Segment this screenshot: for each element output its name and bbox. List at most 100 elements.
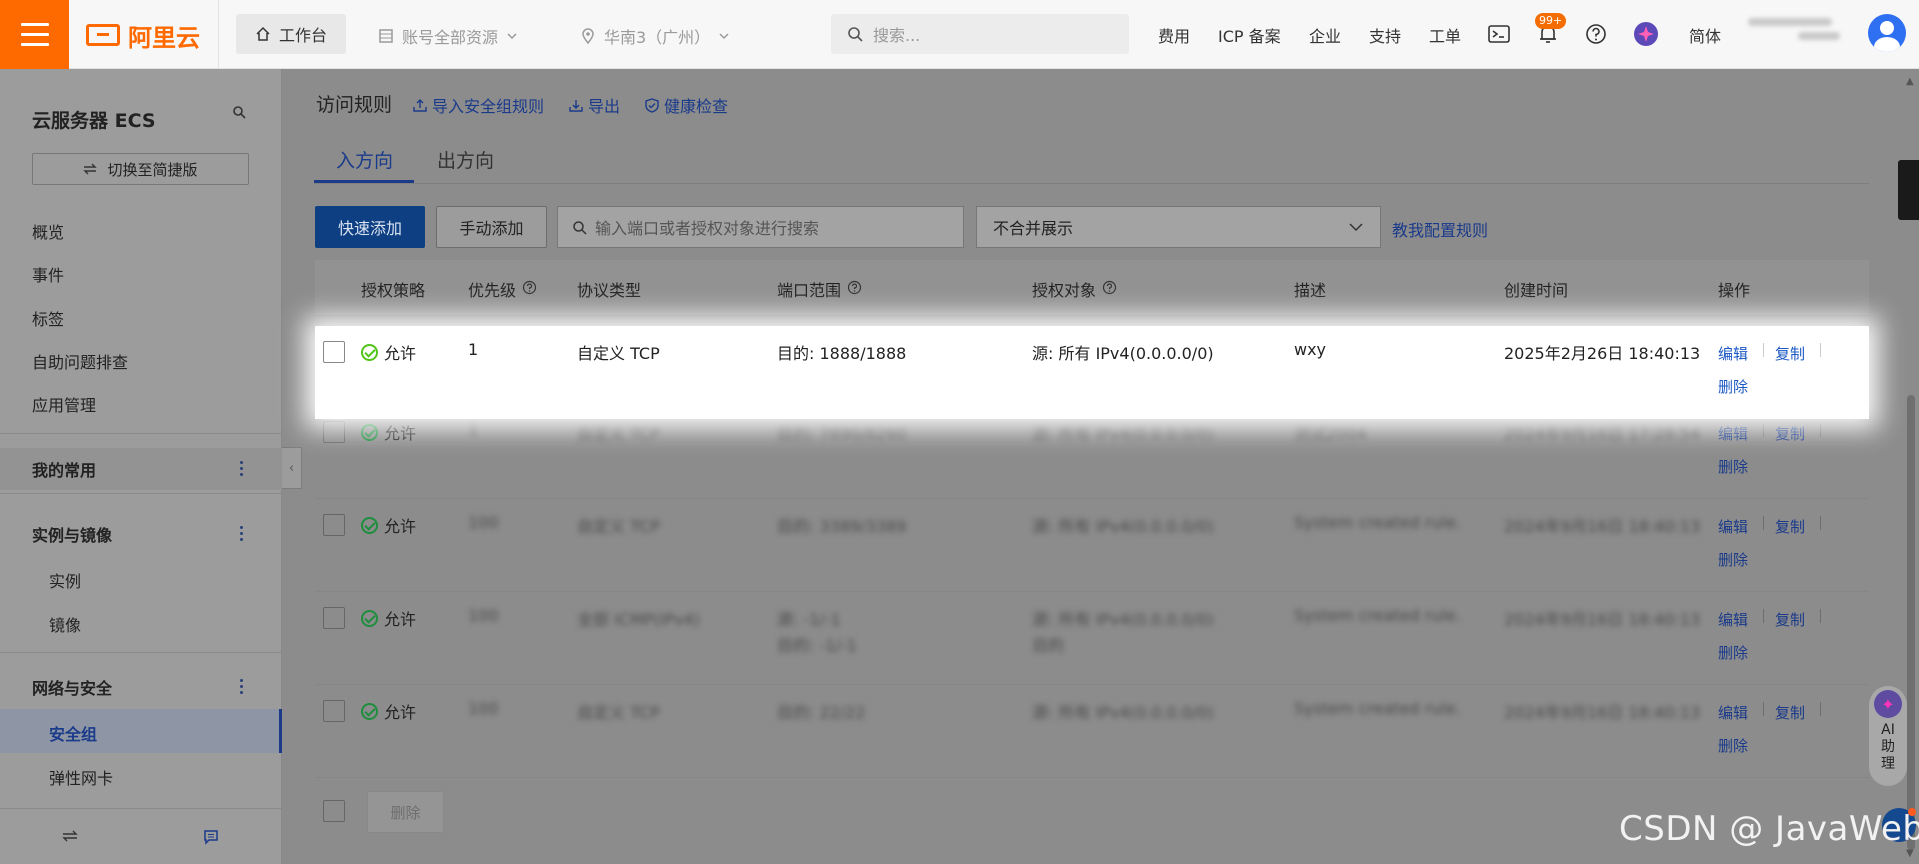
table-row: 允许 1 自定义 TCP 目的: 1888/1888 源: 所有 IPv4(0.… — [315, 326, 1869, 419]
more-icon[interactable] — [240, 526, 244, 541]
nav-support[interactable]: 支持 — [1369, 23, 1401, 47]
import-rules-link[interactable]: 导入安全组规则 — [413, 93, 544, 117]
nav-icp[interactable]: ICP 备案 — [1218, 23, 1281, 47]
edit-link[interactable]: 编辑 — [1718, 609, 1748, 630]
delete-link[interactable]: 删除 — [1718, 376, 1748, 397]
avatar[interactable] — [1868, 14, 1906, 52]
workbench-button[interactable]: 工作台 — [236, 14, 346, 54]
tab-inbound[interactable]: 入方向 — [336, 146, 393, 173]
search-icon[interactable] — [232, 105, 246, 123]
upload-icon — [413, 99, 427, 112]
sidebar-group-network-security[interactable]: 网络与安全 — [0, 666, 282, 708]
sidebar-group-favorites[interactable]: 我的常用 — [0, 448, 282, 490]
side-drawer-handle[interactable] — [1898, 160, 1919, 220]
more-icon[interactable] — [240, 461, 244, 476]
description-cell: wxy — [1294, 340, 1327, 359]
ai-assistant-icon[interactable] — [1632, 20, 1660, 48]
region-selector[interactable]: 华南3（广州） — [580, 24, 730, 48]
row-checkbox[interactable] — [323, 700, 345, 722]
batch-delete-button[interactable]: 删除 — [367, 791, 444, 833]
header-label: 描述 — [1294, 281, 1327, 300]
edit-link[interactable]: 编辑 — [1718, 343, 1748, 364]
switch-arrows-icon[interactable] — [62, 830, 78, 842]
scroll-down-arrow-icon[interactable]: ▼ — [1906, 848, 1914, 859]
copy-link[interactable]: 复制 — [1775, 343, 1805, 364]
switch-simple-version-button[interactable]: 切换至简捷版 — [32, 153, 249, 185]
copy-link[interactable]: 复制 — [1775, 516, 1805, 537]
divider — [1763, 516, 1764, 530]
aliyun-logo[interactable]: 阿里云 — [86, 20, 200, 52]
delete-link[interactable]: 删除 — [1718, 642, 1748, 663]
ai-label-1: AI — [1881, 722, 1895, 738]
nav-enterprise[interactable]: 企业 — [1309, 23, 1341, 47]
global-search-input[interactable]: 搜索... — [831, 14, 1129, 54]
delete-link[interactable]: 删除 — [1718, 549, 1748, 570]
scrollbar-thumb[interactable] — [1907, 395, 1915, 850]
sidebar-item-overview[interactable]: 概览 — [32, 219, 64, 243]
sidebar-item-instances[interactable]: 实例 — [49, 568, 81, 592]
help-icon[interactable] — [522, 280, 537, 299]
sidebar-item-eni[interactable]: 弹性网卡 — [49, 765, 113, 789]
description-cell: System created rule. — [1294, 699, 1461, 718]
sparkle-icon: ✦ — [1874, 690, 1902, 718]
divider — [218, 0, 219, 69]
row-checkbox[interactable] — [323, 421, 345, 443]
delete-link[interactable]: 删除 — [1718, 456, 1748, 477]
sidebar-item-security-group[interactable]: 安全组 — [49, 721, 97, 745]
account-label: 账号全部资源 — [402, 28, 499, 47]
terminal-icon[interactable] — [1485, 20, 1513, 48]
more-icon[interactable] — [240, 679, 244, 694]
delete-link[interactable]: 删除 — [1718, 735, 1748, 756]
sidebar-item-events[interactable]: 事件 — [32, 262, 64, 286]
policy-cell: 允许 — [361, 420, 416, 444]
row-checkbox[interactable] — [323, 514, 345, 536]
sidebar-group-instances-images[interactable]: 实例与镜像 — [0, 513, 282, 555]
select-all-checkbox[interactable] — [323, 800, 345, 822]
copy-link[interactable]: 复制 — [1775, 609, 1805, 630]
message-icon[interactable] — [203, 829, 219, 845]
policy-cell: 允许 — [361, 513, 416, 537]
edit-link[interactable]: 编辑 — [1718, 423, 1748, 444]
account-name-blurred[interactable] — [1748, 12, 1846, 56]
priority-cell: 100 — [468, 699, 499, 718]
manual-add-button[interactable]: 手动添加 — [436, 206, 547, 248]
top-bar: 阿里云 工作台 账号全部资源 华南3（广州） 搜索... 费用 ICP 备案 企… — [0, 0, 1919, 69]
display-mode-select[interactable]: 不合并展示 — [976, 206, 1381, 248]
sidebar-item-tags[interactable]: 标签 — [32, 306, 64, 330]
ai-assistant-button[interactable]: ✦ AI 助 理 — [1869, 686, 1907, 786]
copy-link[interactable]: 复制 — [1775, 423, 1805, 444]
notification-badge: 99+ — [1535, 13, 1567, 29]
account-selector[interactable]: 账号全部资源 — [378, 24, 518, 48]
divider — [1763, 423, 1764, 437]
hamburger-menu-button[interactable] — [0, 0, 69, 69]
rule-search-input[interactable]: 输入端口或者授权对象进行搜索 — [557, 206, 964, 248]
tab-outbound[interactable]: 出方向 — [437, 146, 494, 173]
configure-help-link[interactable]: 教我配置规则 — [1392, 217, 1488, 241]
divider — [1763, 609, 1764, 623]
edit-link[interactable]: 编辑 — [1718, 516, 1748, 537]
export-link[interactable]: 导出 — [569, 93, 620, 117]
sidebar-item-troubleshoot[interactable]: 自助问题排查 — [32, 349, 128, 373]
help-icon[interactable] — [1582, 20, 1610, 48]
divider — [1763, 343, 1764, 357]
health-check-link[interactable]: 健康检查 — [645, 93, 728, 117]
sidebar-item-app-management[interactable]: 应用管理 — [32, 392, 96, 416]
sidebar-item-images[interactable]: 镜像 — [49, 612, 81, 636]
language-switch[interactable]: 简体 — [1689, 23, 1721, 47]
chevron-left-icon: ‹ — [288, 460, 295, 476]
copy-link[interactable]: 复制 — [1775, 702, 1805, 723]
help-icon[interactable] — [1102, 280, 1117, 299]
edit-link[interactable]: 编辑 — [1718, 702, 1748, 723]
row-checkbox[interactable] — [323, 607, 345, 629]
nav-ticket[interactable]: 工单 — [1429, 23, 1461, 47]
scroll-up-arrow-icon[interactable]: ▲ — [1906, 76, 1914, 87]
header-label: 协议类型 — [577, 281, 642, 300]
nav-fee[interactable]: 费用 — [1158, 23, 1190, 47]
source-cell-line2: 目的 — [1032, 636, 1065, 655]
help-icon[interactable] — [847, 280, 862, 299]
sidebar-collapse-button[interactable]: ‹ — [282, 447, 302, 489]
logo-text: 阿里云 — [128, 23, 200, 52]
row-checkbox[interactable] — [323, 341, 345, 363]
created-cell: 2024年9月16日 18:40:13 — [1504, 703, 1701, 722]
quick-add-button[interactable]: 快速添加 — [315, 206, 425, 248]
